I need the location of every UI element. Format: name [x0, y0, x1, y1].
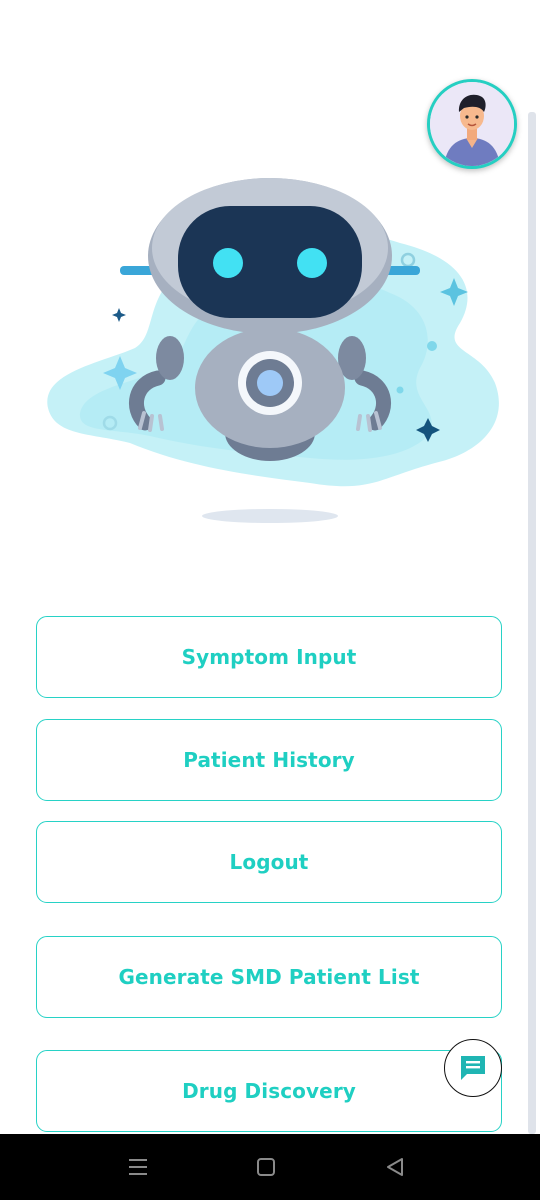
generate-smd-patient-list-button[interactable]: Generate SMD Patient List	[36, 936, 502, 1018]
user-avatar-icon	[430, 82, 514, 166]
scrollbar[interactable]	[528, 112, 536, 1134]
chat-button[interactable]	[444, 1039, 502, 1097]
system-navigation-bar	[0, 1134, 540, 1200]
logout-button[interactable]: Logout	[36, 821, 502, 903]
back-icon	[387, 1158, 403, 1176]
user-avatar[interactable]	[427, 79, 517, 169]
patient-history-button[interactable]: Patient History	[36, 719, 502, 801]
nav-home-button[interactable]	[246, 1148, 286, 1186]
drug-discovery-button[interactable]: Drug Discovery	[36, 1050, 502, 1132]
robot-illustration	[47, 178, 499, 523]
nav-back-button[interactable]	[375, 1148, 415, 1186]
symptom-input-button[interactable]: Symptom Input	[36, 616, 502, 698]
nav-menu-button[interactable]	[118, 1148, 158, 1186]
menu-icon	[129, 1159, 147, 1175]
chat-icon	[461, 1056, 485, 1080]
home-screen: Symptom Input Patient History Logout Gen…	[0, 0, 540, 1134]
home-icon	[257, 1158, 275, 1176]
